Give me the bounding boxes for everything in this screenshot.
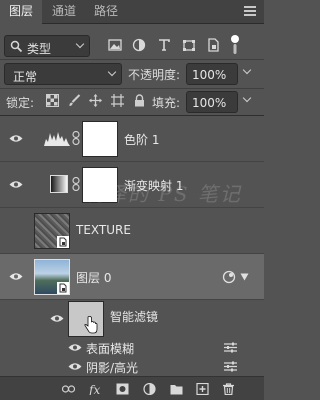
layer-row-texture[interactable]: TEXTURE — [0, 208, 264, 254]
smart-filters-label[interactable]: 智能滤镜 — [110, 308, 158, 325]
fill-label: 填充: — [152, 96, 181, 110]
chevron-down-icon — [75, 39, 85, 49]
layers-panel: 图层 通道 路径 类型 正常 不透明度: 100% 锁定: 填充: 100% 色… — [0, 0, 264, 400]
filter-kind-label: 类型 — [27, 42, 52, 56]
collapse-arrow-icon[interactable] — [240, 273, 249, 281]
panel-bottom-bar: fx — [0, 376, 264, 400]
filter-name[interactable]: 表面模糊 — [86, 340, 134, 357]
layer-mask-thumbnail[interactable] — [82, 121, 118, 157]
new-adjustment-layer-icon[interactable] — [143, 383, 156, 395]
eye-icon[interactable] — [9, 134, 23, 143]
lock-image-pixels-icon[interactable] — [68, 94, 81, 107]
filter-pixel-icon[interactable] — [108, 37, 122, 53]
blend-mode-value: 正常 — [13, 70, 38, 84]
lock-transparent-pixels-icon[interactable] — [46, 94, 59, 107]
lock-artboard-icon[interactable] — [111, 94, 124, 107]
opacity-field[interactable]: 100% — [186, 63, 238, 85]
eye-icon[interactable] — [9, 272, 23, 281]
eye-icon[interactable] — [68, 362, 82, 371]
watermark: 润泽的 PS 笔记 — [84, 182, 242, 206]
link-icon[interactable] — [72, 131, 80, 145]
gradient-map-adjustment-icon — [50, 175, 68, 193]
fill-value: 100% — [192, 96, 227, 110]
filter-toggle-icon[interactable] — [228, 34, 242, 56]
fill-field[interactable]: 100% — [186, 91, 238, 113]
link-layers-icon[interactable] — [62, 383, 75, 395]
smart-object-badge-icon — [57, 282, 69, 294]
filter-adjustment-icon[interactable] — [132, 37, 146, 53]
filter-row-shadows-highlights[interactable]: 阴影/高光 — [0, 357, 264, 376]
eye-icon[interactable] — [50, 314, 64, 323]
layer-list: 色阶 1 渐变映射 1 TEXTURE 图层 0 智能滤镜 表面模糊 阴影/高光 — [0, 116, 264, 376]
layer-name[interactable]: TEXTURE — [76, 223, 131, 237]
lock-label: 锁定: — [6, 96, 35, 110]
link-icon[interactable] — [72, 177, 80, 191]
fx-icon[interactable]: fx — [89, 383, 105, 395]
blend-mode-select[interactable]: 正常 — [4, 63, 122, 85]
hand-cursor-icon — [84, 316, 98, 334]
opacity-label: 不透明度: — [128, 68, 181, 82]
delete-layer-icon[interactable] — [222, 383, 235, 395]
tab-layers[interactable]: 图层 — [0, 0, 42, 25]
filter-blending-options-icon[interactable] — [224, 361, 237, 372]
opacity-value: 100% — [192, 68, 227, 82]
filter-row-surface-blur[interactable]: 表面模糊 — [0, 338, 264, 357]
layer-row-layer-0[interactable]: 图层 0 — [0, 254, 264, 300]
svg-text:fx: fx — [89, 383, 100, 395]
divider — [0, 59, 264, 60]
search-icon — [10, 40, 23, 53]
chevron-down-icon — [107, 67, 117, 77]
lock-position-icon[interactable] — [89, 94, 102, 107]
filter-smart-object-icon[interactable] — [206, 37, 220, 53]
layer-thumbnail[interactable] — [34, 259, 70, 295]
levels-adjustment-icon — [44, 132, 70, 146]
layer-row-levels[interactable]: 色阶 1 — [0, 116, 264, 162]
fill-dropdown-icon[interactable] — [242, 93, 252, 103]
layer-name[interactable]: 色阶 1 — [124, 131, 159, 148]
lock-all-icon[interactable] — [133, 94, 146, 107]
filter-type-icon[interactable] — [157, 37, 171, 53]
layer-thumbnail[interactable] — [34, 213, 70, 249]
add-mask-icon[interactable] — [116, 383, 129, 395]
smart-filters-row[interactable]: 智能滤镜 — [0, 300, 264, 338]
smart-filter-indicator-icon[interactable] — [222, 270, 236, 284]
panel-tab-bar: 图层 通道 路径 — [0, 0, 264, 25]
filter-name[interactable]: 阴影/高光 — [86, 359, 138, 376]
tab-channels[interactable]: 通道 — [44, 0, 84, 24]
eye-icon[interactable] — [9, 180, 23, 189]
divider — [0, 88, 264, 89]
eye-icon[interactable] — [68, 343, 82, 352]
smart-object-badge-icon — [57, 236, 69, 248]
layer-name[interactable]: 图层 0 — [76, 269, 111, 286]
filter-blending-options-icon[interactable] — [224, 342, 237, 353]
new-layer-icon[interactable] — [196, 383, 209, 395]
new-group-icon[interactable] — [170, 383, 183, 395]
filter-shape-icon[interactable] — [182, 37, 196, 53]
tab-paths[interactable]: 路径 — [86, 0, 126, 24]
filter-kind-select[interactable]: 类型 — [4, 35, 90, 57]
opacity-dropdown-icon[interactable] — [242, 65, 252, 75]
panel-menu-icon[interactable] — [244, 6, 256, 16]
